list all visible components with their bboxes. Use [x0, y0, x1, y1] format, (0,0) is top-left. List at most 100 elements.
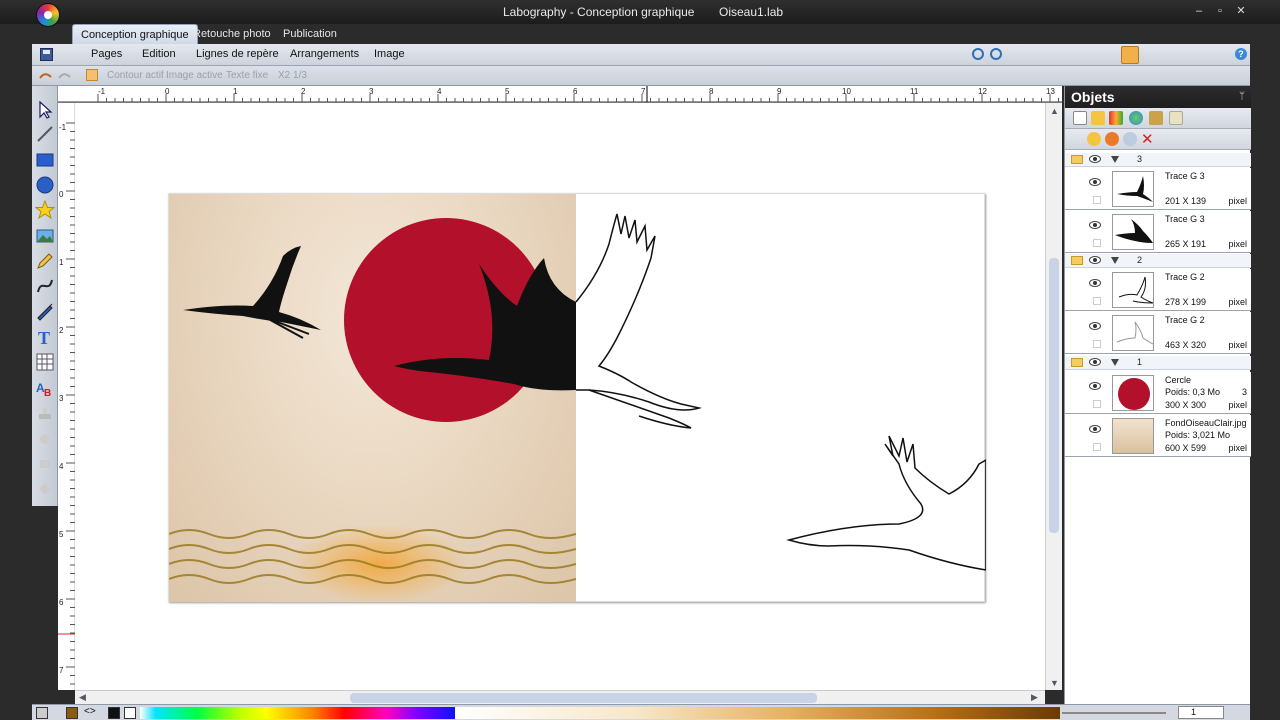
pointer-tool-icon[interactable]: [35, 100, 55, 120]
magic-wand-icon[interactable]: [1121, 46, 1139, 64]
pin-icon[interactable]: ᛘ: [1239, 91, 1245, 102]
frame-icon[interactable]: [86, 69, 98, 81]
brush-icon[interactable]: [1149, 111, 1163, 125]
pencil-tool-icon[interactable]: [35, 251, 55, 271]
scroll-up-icon[interactable]: ▲: [1050, 106, 1059, 116]
brown-swatch[interactable]: [66, 707, 78, 719]
scroll-down-icon[interactable]: ▼: [1050, 678, 1059, 688]
object-row[interactable]: FondOiseauClair.jpg Poids: 3,021 Mo 600 …: [1065, 415, 1251, 457]
eye-icon[interactable]: [1089, 425, 1101, 433]
object-row[interactable]: Trace G 2 278 X 199 pixel: [1065, 269, 1251, 311]
layers-color-icon[interactable]: [1109, 111, 1123, 125]
group-number: 2: [1137, 255, 1143, 265]
vertical-scroll-thumb[interactable]: [1049, 258, 1059, 533]
ruler-v-label: 0: [59, 190, 64, 199]
close-button[interactable]: ✕: [1234, 4, 1248, 18]
white-swatch[interactable]: [124, 707, 136, 719]
horizontal-scroll-thumb[interactable]: [350, 693, 817, 703]
remove-group-icon[interactable]: [1105, 132, 1119, 146]
horizontal-scrollbar[interactable]: ◀ ▶: [75, 690, 1045, 704]
tab-publication[interactable]: Publication: [275, 24, 345, 44]
group-row[interactable]: 3: [1065, 153, 1251, 167]
labography-logo-icon[interactable]: [36, 3, 60, 27]
ruler-v-label: 6: [59, 598, 64, 607]
zoom-out-icon[interactable]: [990, 48, 1002, 60]
search-object-icon[interactable]: [1169, 111, 1183, 125]
eye-icon[interactable]: [1089, 256, 1101, 264]
find-icon[interactable]: [1123, 132, 1137, 146]
pen-tool-icon[interactable]: [35, 301, 55, 321]
minimize-button[interactable]: ‒: [1192, 4, 1206, 18]
menu-pages[interactable]: Pages: [91, 48, 122, 60]
contour-actif-option[interactable]: Contour actif: [107, 70, 164, 81]
add-group-icon[interactable]: [1087, 132, 1101, 146]
scroll-right-icon[interactable]: ▶: [1031, 692, 1038, 703]
grid-tool-icon[interactable]: [35, 352, 55, 372]
bezier-tool-icon[interactable]: [35, 276, 55, 296]
image-active-option[interactable]: Image active: [166, 70, 223, 81]
group-row[interactable]: 2: [1065, 254, 1251, 268]
spellcheck-tool-icon[interactable]: AB: [35, 378, 55, 398]
group-row[interactable]: 1: [1065, 356, 1251, 370]
ellipse-tool-icon[interactable]: [35, 175, 55, 195]
collapse-triangle-icon[interactable]: [1111, 156, 1119, 163]
zoom-in-icon[interactable]: [972, 48, 984, 60]
tab-conception-graphique[interactable]: Conception graphique: [72, 24, 198, 44]
star-tool-icon[interactable]: [35, 200, 55, 220]
text-tool-icon[interactable]: T: [35, 327, 55, 347]
artboard[interactable]: [168, 193, 986, 604]
rainbow-palette[interactable]: [140, 707, 455, 719]
menu-edition[interactable]: Edition: [142, 48, 176, 60]
eye-icon[interactable]: [1089, 358, 1101, 366]
black-swatch[interactable]: [108, 707, 120, 719]
vertical-scrollbar[interactable]: ▲ ▼: [1045, 103, 1062, 690]
ruler-h-label: 12: [978, 87, 987, 96]
eye-icon[interactable]: [1089, 382, 1101, 390]
crane-outline-top[interactable]: [575, 213, 702, 411]
eye-icon[interactable]: [1089, 221, 1101, 229]
favorite-icon[interactable]: [1091, 111, 1105, 125]
menu-arrangements[interactable]: Arrangements: [290, 48, 359, 60]
undo-redo-icon[interactable]: [37, 69, 81, 83]
menu-lignes-de-repere[interactable]: Lignes de repère: [196, 48, 279, 60]
crane-outline-bottom[interactable]: [786, 435, 986, 571]
scroll-left-icon[interactable]: ◀: [79, 692, 86, 703]
collapse-triangle-icon[interactable]: [1111, 359, 1119, 366]
object-row[interactable]: Cercle Poids: 0,3 Mo 3 300 X 300 pixel: [1065, 372, 1251, 414]
image-tool-icon[interactable]: [35, 226, 55, 246]
menu-bar: Pages Edition Lignes de repère Arrangeme…: [32, 44, 1250, 66]
page-input[interactable]: 1: [1178, 706, 1224, 719]
line-tool-icon[interactable]: [35, 124, 55, 144]
eye-icon[interactable]: [1089, 322, 1101, 330]
no-color-swatch[interactable]: [36, 707, 48, 719]
collapse-triangle-icon[interactable]: [1111, 257, 1119, 264]
lock-checkbox[interactable]: [1093, 297, 1101, 305]
new-object-icon[interactable]: [1073, 111, 1087, 125]
color-wheel-icon[interactable]: [1129, 111, 1143, 125]
menu-image[interactable]: Image: [374, 48, 405, 60]
lock-checkbox[interactable]: [1093, 443, 1101, 451]
rectangle-tool-icon[interactable]: [35, 150, 55, 170]
palette-nav-code[interactable]: <>: [84, 706, 96, 717]
object-row[interactable]: Trace G 3 201 X 139 pixel: [1065, 168, 1251, 210]
black-crane-silhouette[interactable]: [394, 258, 576, 391]
eye-icon[interactable]: [1089, 279, 1101, 287]
lock-checkbox[interactable]: [1093, 400, 1101, 408]
lock-checkbox[interactable]: [1093, 239, 1101, 247]
lock-checkbox[interactable]: [1093, 340, 1101, 348]
delete-icon[interactable]: ✕: [1141, 130, 1154, 148]
canvas-area[interactable]: [75, 103, 1045, 690]
tab-retouche-photo[interactable]: Retouche photo: [185, 24, 279, 44]
help-icon[interactable]: ?: [1235, 48, 1247, 60]
texte-fixe-option[interactable]: Texte fixe: [226, 70, 268, 81]
eye-icon[interactable]: [1089, 178, 1101, 186]
save-icon[interactable]: [40, 48, 53, 61]
earth-tone-palette[interactable]: [455, 707, 1060, 719]
object-row[interactable]: Trace G 2 463 X 320 pixel: [1065, 312, 1251, 354]
lock-checkbox[interactable]: [1093, 196, 1101, 204]
ruler-h-label: 6: [573, 87, 578, 96]
object-row[interactable]: Trace G 3 265 X 191 pixel: [1065, 211, 1251, 253]
eye-icon[interactable]: [1089, 155, 1101, 163]
zoom-slider[interactable]: [1062, 712, 1166, 714]
maximize-button[interactable]: ▫: [1213, 4, 1227, 18]
